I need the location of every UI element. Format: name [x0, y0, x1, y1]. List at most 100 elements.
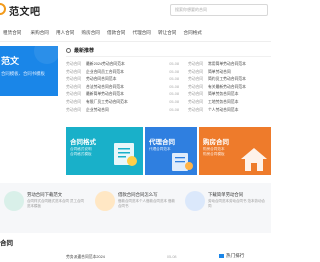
- list-item-title[interactable]: 合法劳动合同合同范本: [86, 84, 167, 92]
- hero-title: 范文: [1, 56, 20, 66]
- nav-item-purchase[interactable]: 采购合同: [26, 27, 52, 38]
- list-item-date: 05-08: [169, 92, 179, 97]
- top-bar: 范文吧 搜索你想要的合同: [0, 0, 271, 20]
- card-subtitle: 合同格式说明 合同格式模板: [70, 147, 92, 156]
- promo-illustration-icon: [4, 191, 24, 211]
- card-title: 合同格式: [70, 139, 96, 146]
- list-item-tag[interactable]: 劳动合同: [66, 84, 86, 92]
- list-item-title[interactable]: 有关最新劳动合同范本: [208, 84, 271, 92]
- list-item[interactable]: 劳动合同 最新简单劳动合同范本 05-08: [66, 91, 179, 99]
- card-house-contract[interactable]: 购房合同 购房合同范本 购房合同模板: [199, 127, 271, 175]
- logo-icon[interactable]: [0, 3, 6, 15]
- site-logo[interactable]: 范文吧: [9, 3, 41, 18]
- list-item[interactable]: 劳动合同 劳动合同合同范本 05-08: [66, 76, 179, 84]
- list-item-tag[interactable]: 劳动合同: [66, 107, 86, 115]
- promo-title[interactable]: 借款合同合同怎么写: [118, 192, 158, 198]
- house-illustration-icon: [241, 148, 267, 171]
- recommend-title: 最新推荐: [66, 47, 94, 54]
- list-item[interactable]: 劳动合同 简单劳动合同: [188, 69, 271, 77]
- card-agency-contract[interactable]: 代理合同 代理合同范本: [145, 127, 197, 175]
- list-item-tag[interactable]: 劳动合同: [188, 61, 208, 69]
- list-item-date: 05-08: [169, 84, 179, 89]
- list-item[interactable]: 劳动合同 工地劳务合同范本: [188, 99, 271, 107]
- list-item[interactable]: 劳动合同 企业合同员工合同范本 05-08: [66, 69, 179, 77]
- list-item-tag[interactable]: 劳动合同: [66, 61, 86, 69]
- list-item-title[interactable]: 简单劳务合同范本: [208, 91, 271, 99]
- list-item-tag[interactable]: 劳动合同: [188, 107, 208, 115]
- list-item-title[interactable]: 劳务派遣合同范本2024: [66, 255, 105, 259]
- list-item-title[interactable]: 个人劳动合同范本: [208, 107, 271, 115]
- card-subtitle: 购房合同范本 购房合同模板: [203, 147, 225, 156]
- list-item-title[interactable]: 企业合同员工合同范本: [86, 69, 167, 77]
- list-item[interactable]: 劳动合同 有限厂员工劳动合同范本 05-08: [66, 99, 179, 107]
- list-item-tag[interactable]: 劳动合同: [188, 99, 208, 107]
- list-item-tag[interactable]: 劳动合同: [188, 84, 208, 92]
- list-item[interactable]: 劳动合同 最新2024劳动合同范本 05-08: [66, 61, 179, 69]
- list-item-title[interactable]: 企业劳动合同: [86, 107, 167, 115]
- list-item[interactable]: 劳动合同 企业劳动合同 05-08: [66, 107, 179, 115]
- nav-item-loan[interactable]: 借款合同: [102, 27, 128, 38]
- recommend-list-right: 劳动合同 常用简单劳动合同范本 劳动合同 简单劳动合同 劳动合同 简约员工劳动合同范本…: [188, 61, 271, 114]
- list-item-tag[interactable]: 劳动合同: [188, 91, 208, 99]
- list-item-date: 05-08: [169, 69, 179, 74]
- list-item-title[interactable]: 简约员工劳动合同范本: [208, 76, 271, 84]
- list-item-date: 05-08: [169, 107, 179, 112]
- nav-item-format[interactable]: 合同格式: [179, 27, 205, 38]
- ranking-icon: [219, 253, 224, 258]
- promo-item[interactable]: 借款合同合同怎么写 借款合同范本个人借款合同范本 借款合同书: [95, 188, 181, 228]
- list-item[interactable]: 劳动合同 合法劳动合同合同范本 05-08: [66, 84, 179, 92]
- nav-item-agency[interactable]: 代理合同: [128, 27, 154, 38]
- promo-subtitle: 合同样式合同格式范本合同 员工合同范本模板: [27, 199, 84, 208]
- card-title: 购房合同: [203, 139, 229, 146]
- list-item-title[interactable]: 简单劳动合同: [208, 69, 271, 77]
- recommend-list-left: 劳动合同 最新2024劳动合同范本 05-08 劳动合同 企业合同员工合同范本 05-0…: [66, 61, 179, 114]
- list-item[interactable]: 劳动合同 个人劳动合同范本: [188, 107, 271, 115]
- recommend-divider: [66, 56, 271, 57]
- list-item[interactable]: 劳动合同 简单劳务合同范本: [188, 91, 271, 99]
- promo-item[interactable]: 下载简单劳动合同 劳动合同范本劳动合同书 范本劳动合同: [185, 188, 271, 228]
- promo-title[interactable]: 下载简单劳动合同: [208, 192, 243, 198]
- recommend-title-text: 最新推荐: [74, 48, 95, 54]
- hero-banner[interactable]: 范文 合同模板、合同书模板: [0, 46, 58, 96]
- list-item[interactable]: 劳务派遣合同范本2024 05-08: [66, 255, 177, 260]
- card-title: 代理合同: [149, 139, 175, 146]
- promo-item[interactable]: 劳动合同下载范文 合同样式合同格式范本合同 员工合同范本模板: [4, 188, 90, 228]
- list-item-tag[interactable]: 劳动合同: [66, 91, 86, 99]
- promo-title[interactable]: 劳动合同下载范文: [27, 192, 62, 198]
- promo-subtitle: 劳动合同范本劳动合同书 范本劳动合同: [208, 199, 265, 208]
- list-item[interactable]: 劳动合同 常用简单劳动合同范本: [188, 61, 271, 69]
- promo-illustration-icon: [95, 191, 115, 211]
- hero-subtitle: 合同模板、合同书模板: [1, 71, 45, 76]
- promo-illustration-icon: [185, 191, 205, 211]
- list-item-tag[interactable]: 劳动合同: [66, 69, 86, 77]
- main-nav: 租赁合同 采购合同 用人合同 购房合同 借款合同 代理合同 转让合同 合同格式: [0, 27, 271, 38]
- list-item-title[interactable]: 工地劳务合同范本: [208, 99, 271, 107]
- list-item-title[interactable]: 有限厂员工劳动合同范本: [86, 99, 167, 107]
- card-subtitle: 代理合同范本: [149, 147, 171, 151]
- contract-illustration-icon: [172, 153, 193, 171]
- list-item[interactable]: 劳动合同 简约员工劳动合同范本: [188, 76, 271, 84]
- list-item-tag[interactable]: 劳动合同: [188, 76, 208, 84]
- search-input[interactable]: 搜索你想要的合同: [170, 4, 268, 16]
- hot-ranking-label: 热门排行: [226, 253, 245, 258]
- clock-icon: [66, 48, 71, 53]
- hot-ranking-header: 热门排行: [219, 250, 271, 262]
- list-item-tag[interactable]: 劳动合同: [188, 69, 208, 77]
- card-contract-format[interactable]: 合同格式 合同格式说明 合同格式模板: [66, 127, 143, 175]
- list-item-tag[interactable]: 劳动合同: [66, 99, 86, 107]
- list-item-title[interactable]: 常用简单劳动合同范本: [208, 61, 271, 69]
- nav-item-transfer[interactable]: 转让合同: [153, 27, 179, 38]
- list-item-date: 05-08: [169, 99, 179, 104]
- nav-item-employment[interactable]: 用人合同: [51, 27, 77, 38]
- nav-item-rental[interactable]: 租赁合同: [0, 27, 26, 38]
- nav-divider: [0, 41, 271, 42]
- list-item-title[interactable]: 最新简单劳动合同范本: [86, 91, 167, 99]
- list-item[interactable]: 劳动合同 有关最新劳动合同范本: [188, 84, 271, 92]
- list-item-title[interactable]: 最新2024劳动合同范本: [86, 61, 167, 69]
- nav-item-house[interactable]: 购房合同: [77, 27, 103, 38]
- document-illustration-icon: [114, 143, 137, 166]
- list-item-date: 05-08: [169, 62, 179, 66]
- list-item-tag[interactable]: 劳动合同: [66, 76, 86, 84]
- section-title: 合同: [0, 240, 13, 247]
- list-item-title[interactable]: 劳动合同合同范本: [86, 76, 167, 84]
